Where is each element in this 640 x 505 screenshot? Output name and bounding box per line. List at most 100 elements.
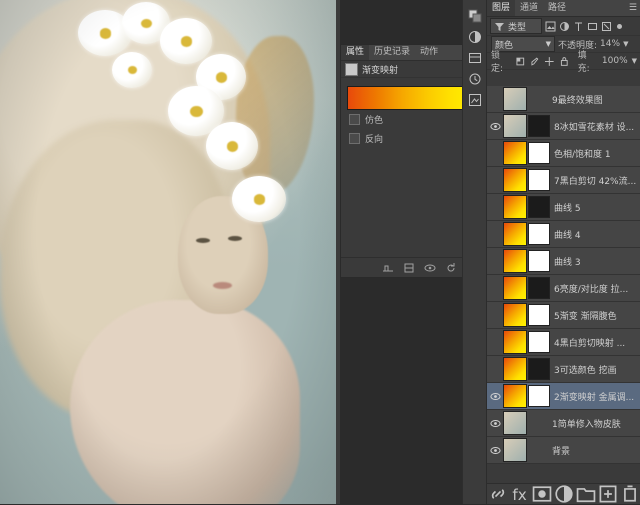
tab-history[interactable]: 历史记录	[369, 45, 415, 60]
layer-row[interactable]: 6亮度/对比度 拉...	[487, 275, 640, 302]
gradient-preview[interactable]	[347, 86, 479, 110]
navigator-icon[interactable]	[464, 90, 486, 110]
layer-thumbnail[interactable]	[503, 384, 527, 408]
tab-properties[interactable]: 属性	[341, 45, 369, 60]
layer-thumbnail[interactable]	[503, 222, 527, 246]
layer-name: 1简单修入物皮肤	[550, 417, 640, 430]
layer-list[interactable]: 9最终效果图8冰如雪花素材 设...色相/饱和度 17黑白剪切 42%流...曲…	[487, 86, 640, 486]
layer-visibility-toggle[interactable]	[487, 392, 503, 401]
layer-mask-thumbnail[interactable]	[528, 358, 550, 380]
lock-all-icon[interactable]	[559, 56, 570, 67]
layer-row[interactable]: 曲线 5	[487, 194, 640, 221]
clip-to-layer-icon[interactable]	[403, 262, 415, 274]
layer-name: 曲线 3	[552, 255, 640, 268]
new-group-icon[interactable]	[575, 483, 597, 505]
layer-name: 9最终效果图	[550, 93, 640, 106]
image-canvas[interactable]	[0, 0, 336, 504]
layer-visibility-toggle[interactable]	[487, 122, 503, 131]
lock-transparency-icon[interactable]	[515, 56, 526, 67]
layer-row[interactable]: 5渐变 渐隔腹色	[487, 302, 640, 329]
layer-visibility-toggle[interactable]	[487, 419, 503, 428]
layer-visibility-toggle[interactable]	[487, 446, 503, 455]
smart-object-filter-icon[interactable]	[601, 21, 612, 32]
portrait-photo	[0, 0, 336, 504]
tab-actions[interactable]: 动作	[415, 45, 443, 60]
link-layers-icon[interactable]	[487, 483, 509, 505]
layer-thumbnail[interactable]	[503, 141, 527, 165]
shape-filter-icon[interactable]	[587, 21, 598, 32]
tab-layers[interactable]: 图层	[487, 0, 515, 16]
dither-label: 仿色	[365, 113, 383, 126]
layers-menu-icon[interactable]: ☰	[629, 3, 640, 13]
layer-mask-thumbnail[interactable]	[528, 169, 550, 191]
dither-checkbox[interactable]	[349, 114, 360, 125]
adjustment-filter-icon[interactable]	[559, 21, 570, 32]
new-layer-icon[interactable]	[597, 483, 619, 505]
layer-mask-thumbnail[interactable]	[528, 277, 550, 299]
layers-panel: 图层 通道 路径 ☰ 类型 颜色 ▼ 不透明度: 14% ▼	[486, 0, 640, 504]
layer-mask-thumbnail[interactable]	[528, 223, 550, 245]
delete-layer-icon[interactable]	[619, 483, 640, 505]
filter-kind-select[interactable]: 类型	[490, 18, 542, 34]
lock-position-icon[interactable]	[544, 56, 555, 67]
layer-thumbnail[interactable]	[503, 168, 527, 192]
layers-footer: fx	[487, 483, 640, 504]
reset-icon[interactable]	[445, 262, 457, 274]
layer-mask-thumbnail[interactable]	[528, 385, 550, 407]
layer-mask-thumbnail[interactable]	[528, 115, 550, 137]
layer-row[interactable]: 色相/饱和度 1	[487, 140, 640, 167]
layer-thumbnail[interactable]	[503, 249, 527, 273]
view-previous-state-icon[interactable]	[382, 262, 394, 274]
layer-thumbnail[interactable]	[503, 357, 527, 381]
layer-row[interactable]: 9最终效果图	[487, 86, 640, 113]
adjustments-icon[interactable]	[464, 27, 486, 47]
layer-thumbnail[interactable]	[503, 303, 527, 327]
layer-thumbnail[interactable]	[503, 276, 527, 300]
layer-thumbnail[interactable]	[503, 438, 527, 462]
layer-mask-thumbnail[interactable]	[528, 250, 550, 272]
lock-fill-row: 锁定: 填充: 100% ▼	[487, 53, 640, 70]
layer-mask-thumbnail[interactable]	[528, 304, 550, 326]
tab-paths[interactable]: 路径	[543, 0, 571, 16]
tab-channels[interactable]: 通道	[515, 0, 543, 16]
layer-row[interactable]: 曲线 3	[487, 248, 640, 275]
layer-row[interactable]: 曲线 4	[487, 221, 640, 248]
layer-name: 曲线 4	[552, 228, 640, 241]
layer-mask-thumbnail[interactable]	[528, 142, 550, 164]
add-mask-icon[interactable]	[531, 483, 553, 505]
layer-thumbnail[interactable]	[503, 411, 527, 435]
lock-brush-icon[interactable]	[530, 56, 541, 67]
layer-row[interactable]: 7黑白剪切 42%流...	[487, 167, 640, 194]
opacity-chevron-icon[interactable]: ▼	[623, 40, 628, 48]
gradient-map-icon	[345, 63, 358, 76]
layer-thumbnail[interactable]	[503, 87, 527, 111]
opacity-value[interactable]: 14%	[600, 39, 620, 49]
history-icon[interactable]	[464, 69, 486, 89]
layer-mask-thumbnail[interactable]	[528, 196, 550, 218]
layer-row[interactable]: 2渐变映射 金属调...	[487, 383, 640, 410]
layer-row[interactable]: 背景	[487, 437, 640, 464]
layer-row[interactable]: 3可选颜色 挖画	[487, 356, 640, 383]
layer-mask-thumbnail[interactable]	[528, 331, 550, 353]
type-filter-icon[interactable]	[573, 21, 584, 32]
layers-tab-bar: 图层 通道 路径 ☰	[487, 0, 640, 17]
layer-name: 2渐变映射 金属调...	[552, 390, 640, 403]
layer-row[interactable]: 1简单修入物皮肤	[487, 410, 640, 437]
reverse-checkbox[interactable]	[349, 133, 360, 144]
new-adjustment-icon[interactable]	[553, 483, 575, 505]
toggle-visibility-icon[interactable]	[424, 262, 436, 274]
layer-thumbnail[interactable]	[503, 330, 527, 354]
layer-name: 背景	[550, 444, 640, 457]
styles-icon[interactable]	[464, 48, 486, 68]
pixel-filter-icon[interactable]	[545, 21, 556, 32]
filter-toggle-switch[interactable]	[617, 24, 622, 29]
fill-chevron-icon[interactable]: ▼	[632, 57, 637, 65]
layer-name: 8冰如雪花素材 设...	[552, 120, 640, 133]
fill-value[interactable]: 100%	[602, 56, 628, 66]
color-swatch-icon[interactable]	[464, 6, 486, 26]
layer-row[interactable]: 4黑白剪切映射 ...	[487, 329, 640, 356]
layer-thumbnail[interactable]	[503, 114, 527, 138]
layer-row[interactable]: 8冰如雪花素材 设...	[487, 113, 640, 140]
layer-style-icon[interactable]: fx	[509, 483, 531, 505]
layer-thumbnail[interactable]	[503, 195, 527, 219]
